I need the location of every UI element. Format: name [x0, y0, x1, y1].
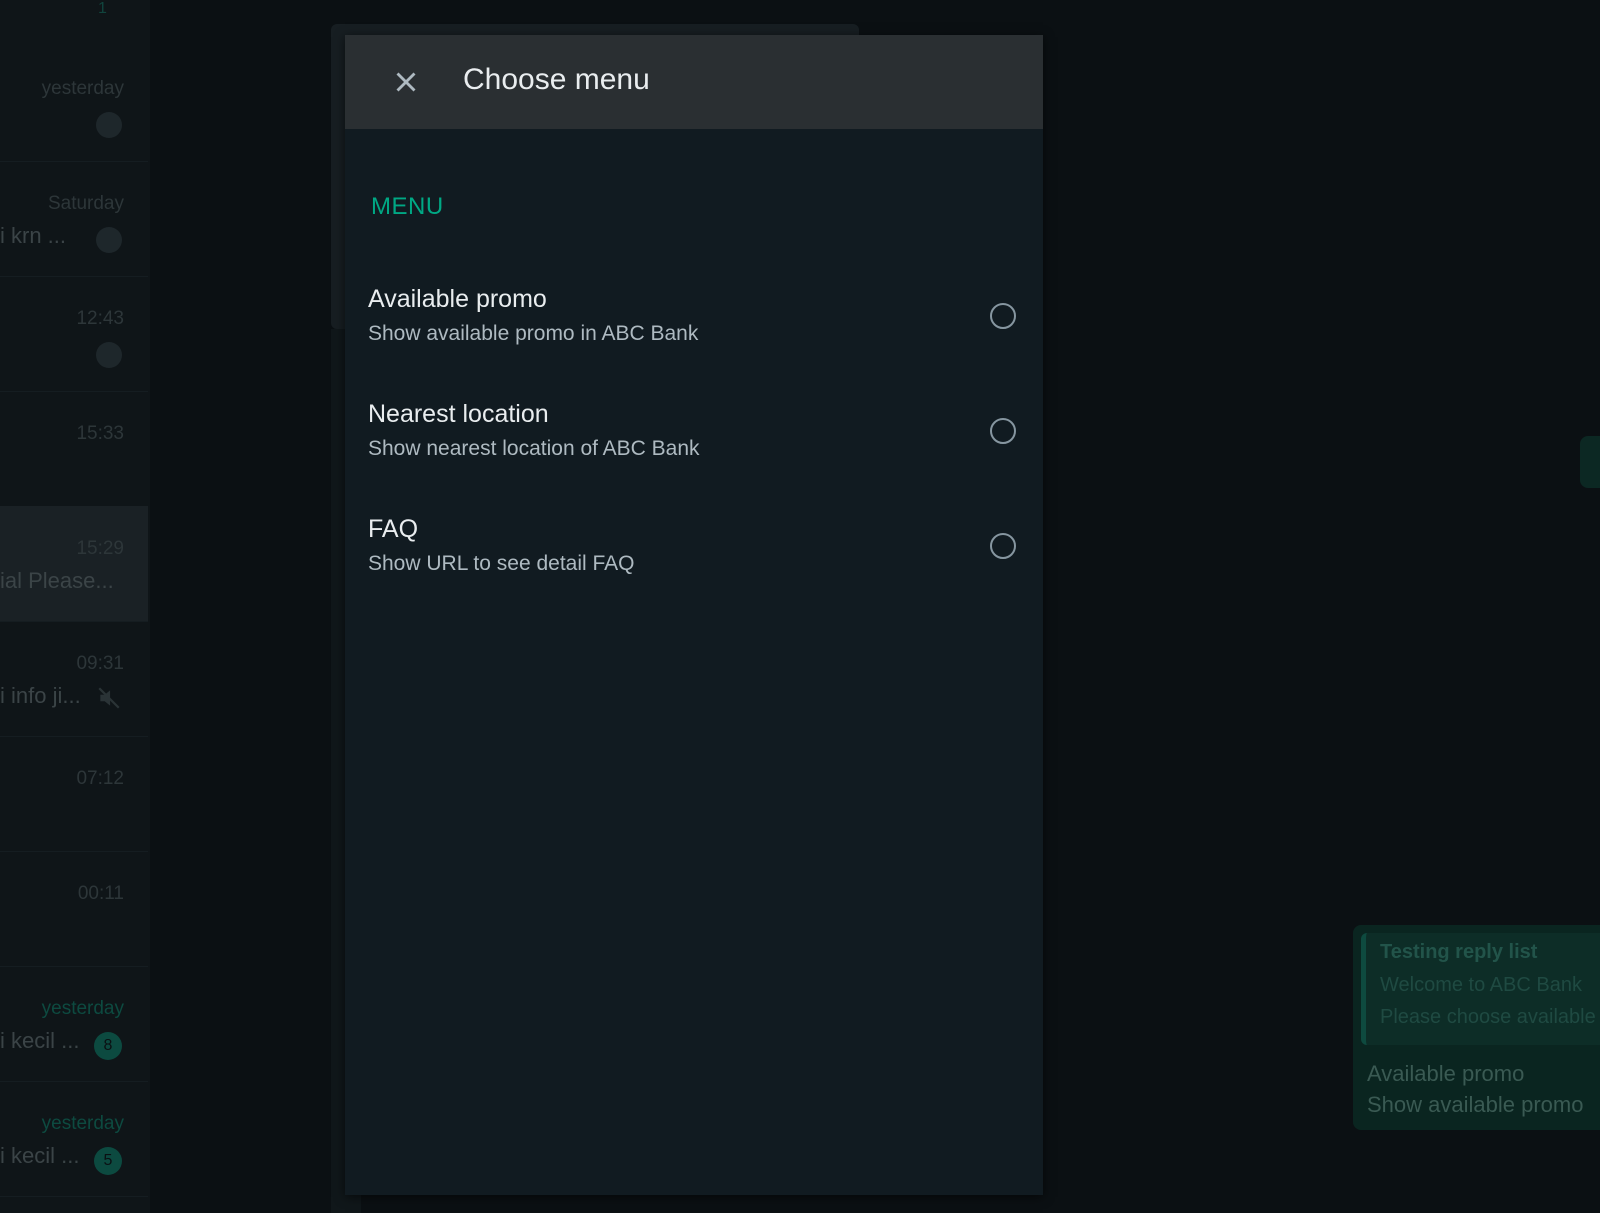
- option-title: Available promo: [368, 285, 547, 313]
- chat-time: 15:33: [76, 423, 124, 444]
- check-icon: [96, 342, 122, 368]
- option-description: Show URL to see detail FAQ: [368, 552, 635, 575]
- close-icon[interactable]: [389, 65, 423, 99]
- chat-preview: i info ji...: [0, 683, 81, 708]
- chat-time: yesterday: [41, 1113, 124, 1134]
- quoted-message: Testing reply list Welcome to ABC Bank P…: [1361, 933, 1600, 1045]
- quote-title: Testing reply list: [1380, 941, 1538, 963]
- chat-preview: ial Please...: [0, 568, 114, 593]
- quote-line: Welcome to ABC Bank: [1380, 974, 1582, 996]
- chat-time: Saturday: [47, 193, 124, 214]
- chat-time: yesterday: [41, 998, 124, 1019]
- unread-count: 1: [98, 0, 107, 17]
- chat-row[interactable]: yesterday i kecil ... 5: [0, 1081, 148, 1197]
- chat-row[interactable]: 12:43: [0, 276, 148, 392]
- chat-row[interactable]: 07:12: [0, 736, 148, 852]
- chat-row[interactable]: Saturday i krn ...: [0, 161, 148, 277]
- section-title: MENU: [371, 193, 444, 220]
- radio-button[interactable]: [990, 303, 1016, 329]
- chat-row[interactable]: yesterday i kecil ... 8: [0, 966, 148, 1082]
- chat-preview: i krn ...: [0, 223, 67, 248]
- dialog-header: Choose menu: [345, 35, 1043, 129]
- option-available-promo[interactable]: Available promo Show available promo in …: [345, 268, 1043, 381]
- bubble-text: Show available promo: [1367, 1092, 1584, 1117]
- chat-row-selected[interactable]: 15:29 ial Please...: [0, 506, 148, 622]
- chat-row[interactable]: 09:31 i info ji...: [0, 621, 148, 737]
- check-icon: [96, 112, 122, 138]
- bubble-text: Available promo: [1367, 1061, 1525, 1086]
- radio-button[interactable]: [990, 418, 1016, 444]
- unread-badge: 5: [94, 1147, 122, 1175]
- chat-preview: i kecil ...: [0, 1028, 80, 1053]
- option-description: Show nearest location of ABC Bank: [368, 437, 700, 460]
- option-nearest-location[interactable]: Nearest location Show nearest location o…: [345, 383, 1043, 496]
- chat-time: 12:43: [76, 308, 124, 329]
- message-bubble: Testing reply list Welcome to ABC Bank P…: [1353, 925, 1600, 1130]
- muted-icon: [98, 687, 120, 709]
- chat-time: 15:29: [76, 538, 124, 559]
- app-window: 1 yesterday Saturday i krn ... 12:43 15:…: [0, 0, 1600, 1213]
- background-message-edge: [1580, 436, 1600, 488]
- unread-badge: 8: [94, 1032, 122, 1060]
- dialog-title: Choose menu: [463, 63, 650, 96]
- chat-time: 07:12: [76, 768, 124, 789]
- chat-row[interactable]: 00:11: [0, 851, 148, 967]
- chat-time: 09:31: [76, 653, 124, 674]
- radio-button[interactable]: [990, 533, 1016, 559]
- chat-row[interactable]: yesterday: [0, 46, 148, 162]
- chat-preview: i kecil ...: [0, 1143, 80, 1168]
- chat-time: 00:11: [77, 883, 124, 904]
- chat-list: 1 yesterday Saturday i krn ... 12:43 15:…: [0, 0, 150, 1213]
- check-icon: [96, 227, 122, 253]
- option-title: Nearest location: [368, 400, 549, 428]
- option-faq[interactable]: FAQ Show URL to see detail FAQ: [345, 498, 1043, 611]
- quote-line: Please choose available: [1380, 1006, 1596, 1028]
- option-description: Show available promo in ABC Bank: [368, 322, 699, 345]
- option-title: FAQ: [368, 515, 419, 543]
- choose-menu-dialog: Choose menu MENU Available promo Show av…: [345, 35, 1043, 1195]
- chat-time: yesterday: [41, 78, 124, 99]
- chat-row[interactable]: 15:33: [0, 391, 148, 507]
